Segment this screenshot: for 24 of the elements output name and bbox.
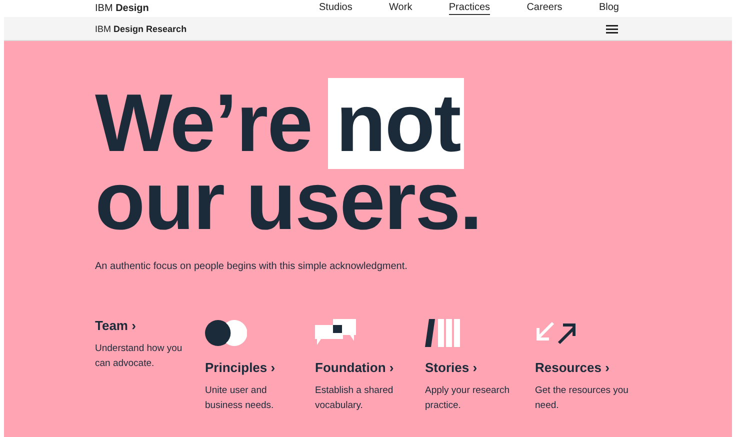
card-link[interactable]: Stories › bbox=[425, 360, 535, 375]
highlighted-word: not bbox=[328, 78, 464, 169]
card-link[interactable]: Team › bbox=[95, 318, 205, 333]
overlapping-circles-icon bbox=[205, 320, 247, 346]
nav-link[interactable]: Work bbox=[389, 2, 412, 15]
nav-link[interactable]: Blog bbox=[598, 2, 619, 15]
card-description: Establish a shared vocabulary. bbox=[315, 384, 394, 413]
menu-icon[interactable] bbox=[606, 24, 618, 34]
intro-text: An authentic focus on people begins with this simple acknowledgment. bbox=[95, 261, 408, 272]
brand-logo[interactable]: IBM Design bbox=[95, 3, 319, 14]
books-icon bbox=[425, 319, 463, 347]
nav-link[interactable]: Careers bbox=[526, 2, 562, 15]
card-link[interactable]: Foundation › bbox=[315, 360, 425, 375]
card-link[interactable]: Principles › bbox=[205, 360, 315, 375]
nav-link[interactable]: Studios bbox=[319, 2, 352, 15]
arrows-icon bbox=[535, 321, 577, 345]
section-title[interactable]: IBM Design Research bbox=[95, 24, 606, 34]
nav-link[interactable]: Practices bbox=[448, 2, 490, 15]
card-link[interactable]: Resources › bbox=[535, 360, 645, 375]
card-description: Apply your research practice. bbox=[425, 384, 510, 413]
card-description: Understand how you can advocate. bbox=[95, 342, 184, 371]
card-description: Unite user and business needs. bbox=[205, 384, 275, 413]
card-description: Get the resources you need. bbox=[535, 384, 630, 413]
speech-bubbles-icon bbox=[315, 319, 357, 347]
